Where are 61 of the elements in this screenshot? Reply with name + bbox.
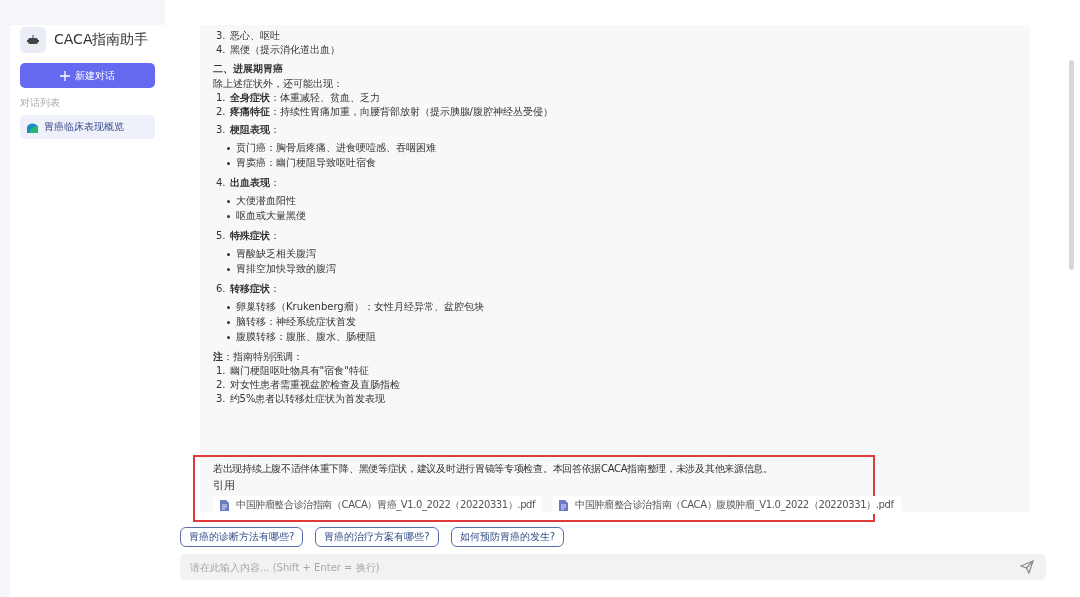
suggestion-chip[interactable]: 胃癌的治疗方案有哪些? [315, 527, 439, 547]
paragraph: 除上述症状外，还可能出现： [213, 77, 344, 91]
bullet-icon [227, 146, 230, 150]
suggestion-chip[interactable]: 胃癌的诊断方法有哪些? [180, 527, 304, 547]
disclaimer-text: 若出现持续上腹不适伴体重下降、黑便等症状，建议及时进行胃镜等专项检查。本回答依据CACA指南整理，未涉及其他来源信息。 [213, 462, 774, 476]
citation-file[interactable]: 中国肿瘤整合诊治指南（CACA）腹膜肿瘤_V1.0_2022（20220331）.pdf [552, 496, 901, 514]
send-icon[interactable] [1020, 560, 1034, 574]
list-number: 2. [216, 105, 226, 119]
bullet-text: 呕血或大量黑便 [236, 209, 306, 223]
plus-icon [60, 70, 70, 81]
list-number: 5. [216, 229, 226, 243]
new-chat-button[interactable]: 新建对话 [20, 63, 155, 88]
conversation-item[interactable]: 胃癌临床表现概览 [20, 115, 155, 139]
list-number: 3. [216, 29, 226, 43]
list-number: 3. [216, 392, 226, 406]
list-number: 6. [216, 282, 226, 296]
list-number: 1. [216, 364, 226, 378]
citation-file[interactable]: 中国肿瘤整合诊治指南（CACA）胃癌_V1.0_2022（20220331）.pdf [213, 496, 543, 514]
bullet-text: 胃排空加快导致的腹泻 [236, 262, 336, 276]
citations-label: 引用 [213, 479, 236, 493]
bullet-text: 卵巢转移（Krukenberg瘤）：女性月经异常、盆腔包块 [236, 300, 484, 314]
section-label: 对话列表 [20, 96, 61, 110]
list-item-text: 恶心、呕吐 [229, 29, 280, 43]
section-heading: 二、进展期胃癌 [213, 62, 284, 76]
list-item-text: 特殊症状： [229, 229, 280, 243]
list-number: 1. [216, 91, 226, 105]
bullet-text: 脑转移：神经系统症状首发 [236, 315, 356, 329]
list-item-text: 转移症状： [229, 282, 280, 296]
list-item-text: 约5%患者以转移灶症状为首发表现 [229, 392, 386, 406]
bullet-icon [227, 161, 230, 165]
bullet-icon [227, 199, 230, 203]
list-item-text: 全身症状：体重减轻、贫血、乏力 [229, 91, 380, 105]
list-item-text: 疼痛特征：持续性胃痛加重，向腰背部放射（提示胰腺/腹腔神经丛受侵） [229, 105, 553, 119]
list-number: 4. [216, 176, 226, 190]
list-number: 4. [216, 43, 226, 57]
list-number: 3. [216, 123, 226, 137]
bullet-icon [227, 320, 230, 324]
leaf-icon [26, 121, 38, 133]
bullet-text: 胃窦癌：幽门梗阻导致呕吐宿食 [236, 156, 376, 170]
document-icon [220, 499, 229, 511]
message-input[interactable]: 请在此输入内容... (Shift + Enter = 换行) [180, 554, 1046, 580]
bullet-icon [227, 335, 230, 339]
list-number: 2. [216, 378, 226, 392]
list-item-text: 出血表现： [229, 176, 280, 190]
bullet-text: 腹膜转移：腹胀、腹水、肠梗阻 [236, 330, 376, 344]
list-item-text: 梗阻表现： [229, 123, 280, 137]
paragraph: 注：指南特别强调： [213, 350, 304, 364]
bullet-icon [227, 267, 230, 271]
document-icon [559, 499, 569, 511]
list-item-text: 对女性患者需重视盆腔检查及直肠指检 [229, 378, 400, 392]
bullet-text: 胃酸缺乏相关腹泻 [236, 247, 316, 261]
bullet-text: 大便潜血阳性 [236, 194, 296, 208]
bullet-icon [227, 214, 230, 218]
list-item-text: 黑便（提示消化道出血） [229, 43, 340, 57]
suggestion-chip[interactable]: 如何预防胃癌的发生? [450, 527, 564, 547]
bullet-icon [227, 252, 230, 256]
list-item-text: 幽门梗阻呕吐物具有"宿食"特征 [229, 364, 369, 378]
bullet-icon [227, 305, 230, 309]
app-title: CACA指南助手 [54, 31, 149, 49]
robot-icon [20, 27, 46, 53]
bullet-text: 贲门癌：胸骨后疼痛、进食哽噎感、吞咽困难 [236, 141, 436, 155]
